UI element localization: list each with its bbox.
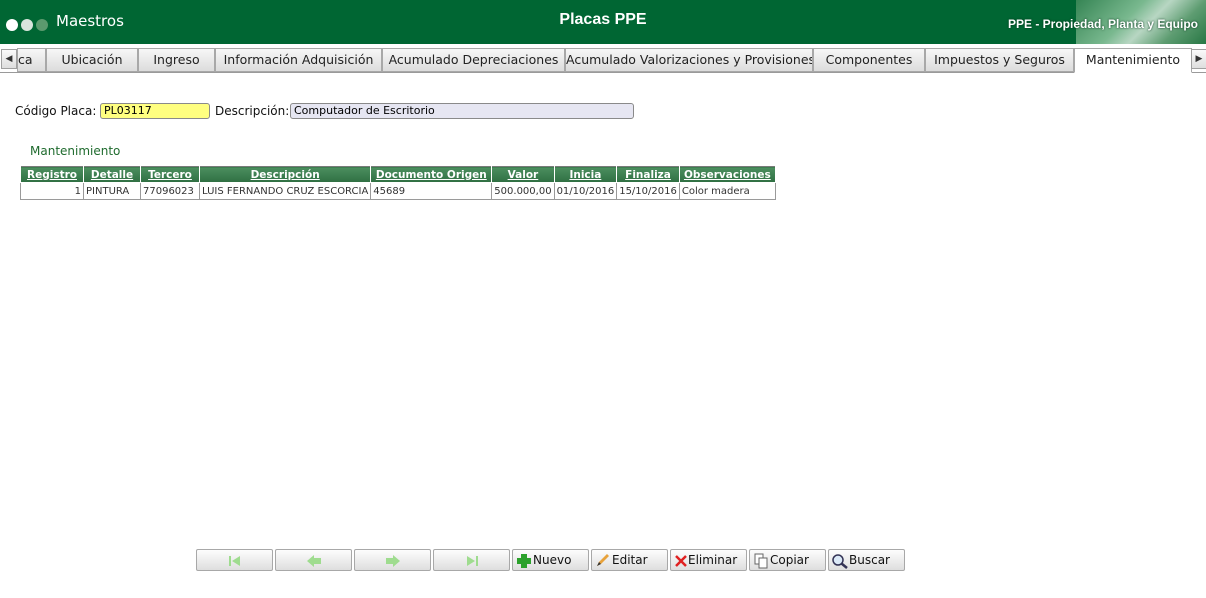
copy-icon	[754, 553, 768, 568]
tab-impuestos-seguros[interactable]: Impuestos y Seguros	[925, 48, 1074, 72]
cell-documento-origen: 45689	[370, 182, 493, 200]
triangle-right-icon: ▶	[1195, 54, 1203, 64]
cell-registro: 1	[20, 182, 84, 200]
editar-button[interactable]: Editar	[591, 549, 668, 571]
section-title: Mantenimiento	[30, 144, 121, 158]
descripcion-label: Descripción:	[215, 104, 290, 118]
first-record-button[interactable]	[196, 549, 273, 571]
cell-detalle: PINTURA	[83, 182, 141, 200]
cell-inicia: 01/10/2016	[553, 182, 618, 200]
eliminar-button[interactable]: Eliminar	[670, 549, 747, 571]
tab-scroll-left-button[interactable]: ◀	[1, 49, 17, 69]
last-icon	[466, 555, 478, 566]
maintenance-grid: Registro Detalle Tercero Descripción Doc…	[20, 166, 776, 200]
tab-acumulado-valorizaciones[interactable]: Acumulado Valorizaciones y Provisiones	[565, 48, 813, 72]
col-header-documento-origen[interactable]: Documento Origen	[370, 166, 493, 183]
previous-record-button[interactable]	[275, 549, 352, 571]
col-header-tercero[interactable]: Tercero	[140, 166, 200, 183]
title-bar: Maestros Placas PPE PPE - Propiedad, Pla…	[0, 0, 1206, 44]
arrow-right-icon	[385, 554, 400, 567]
search-icon	[832, 553, 848, 569]
codigo-placa-label: Código Placa:	[15, 104, 97, 118]
plus-icon	[517, 553, 531, 568]
codigo-placa-input[interactable]: PL03117	[100, 103, 210, 119]
cell-valor: 500.000,00	[491, 182, 555, 200]
col-header-registro[interactable]: Registro	[20, 166, 84, 183]
col-header-inicia[interactable]: Inicia	[553, 166, 618, 183]
col-header-descripcion[interactable]: Descripción	[198, 166, 372, 183]
tab-componentes[interactable]: Componentes	[813, 48, 925, 72]
triangle-left-icon: ◀	[5, 54, 13, 64]
tab-bar: ◀ ca Ubicación Ingreso Información Adqui…	[0, 48, 1206, 73]
first-icon	[228, 555, 240, 566]
module-title: PPE - Propiedad, Planta y Equipo	[1007, 17, 1198, 31]
tab-acumulado-depreciaciones[interactable]: Acumulado Depreciaciones	[382, 48, 565, 72]
buscar-button[interactable]: Buscar	[828, 549, 905, 571]
arrow-left-icon	[306, 554, 321, 567]
tab-informacion-adquisicion[interactable]: Información Adquisición	[215, 48, 382, 72]
grid-header-row: Registro Detalle Tercero Descripción Doc…	[20, 166, 776, 183]
col-header-observaciones[interactable]: Observaciones	[678, 166, 776, 183]
table-row[interactable]: 1 PINTURA 77096023 LUIS FERNANDO CRUZ ES…	[20, 182, 776, 200]
cell-tercero: 77096023	[140, 182, 200, 200]
col-header-finaliza[interactable]: Finaliza	[616, 166, 680, 183]
tab-ubicacion[interactable]: Ubicación	[46, 48, 138, 72]
cell-observaciones: Color madera	[678, 182, 776, 200]
cell-descripcion: LUIS FERNANDO CRUZ ESCORCIA	[198, 182, 372, 200]
copiar-button[interactable]: Copiar	[749, 549, 826, 571]
col-header-valor[interactable]: Valor	[491, 166, 555, 183]
last-record-button[interactable]	[433, 549, 510, 571]
pencil-icon	[597, 553, 609, 566]
nuevo-button[interactable]: Nuevo	[512, 549, 589, 571]
tab-ingreso[interactable]: Ingreso	[138, 48, 215, 72]
cell-finaliza: 15/10/2016	[616, 182, 680, 200]
descripcion-input[interactable]: Computador de Escritorio	[290, 103, 634, 119]
col-header-detalle[interactable]: Detalle	[83, 166, 141, 183]
tab-scroll-right-button[interactable]: ▶	[1191, 49, 1206, 69]
tab-placa[interactable]: ca	[17, 48, 46, 72]
x-icon	[675, 554, 687, 567]
tab-mantenimiento[interactable]: Mantenimiento	[1074, 48, 1192, 73]
next-record-button[interactable]	[354, 549, 431, 571]
